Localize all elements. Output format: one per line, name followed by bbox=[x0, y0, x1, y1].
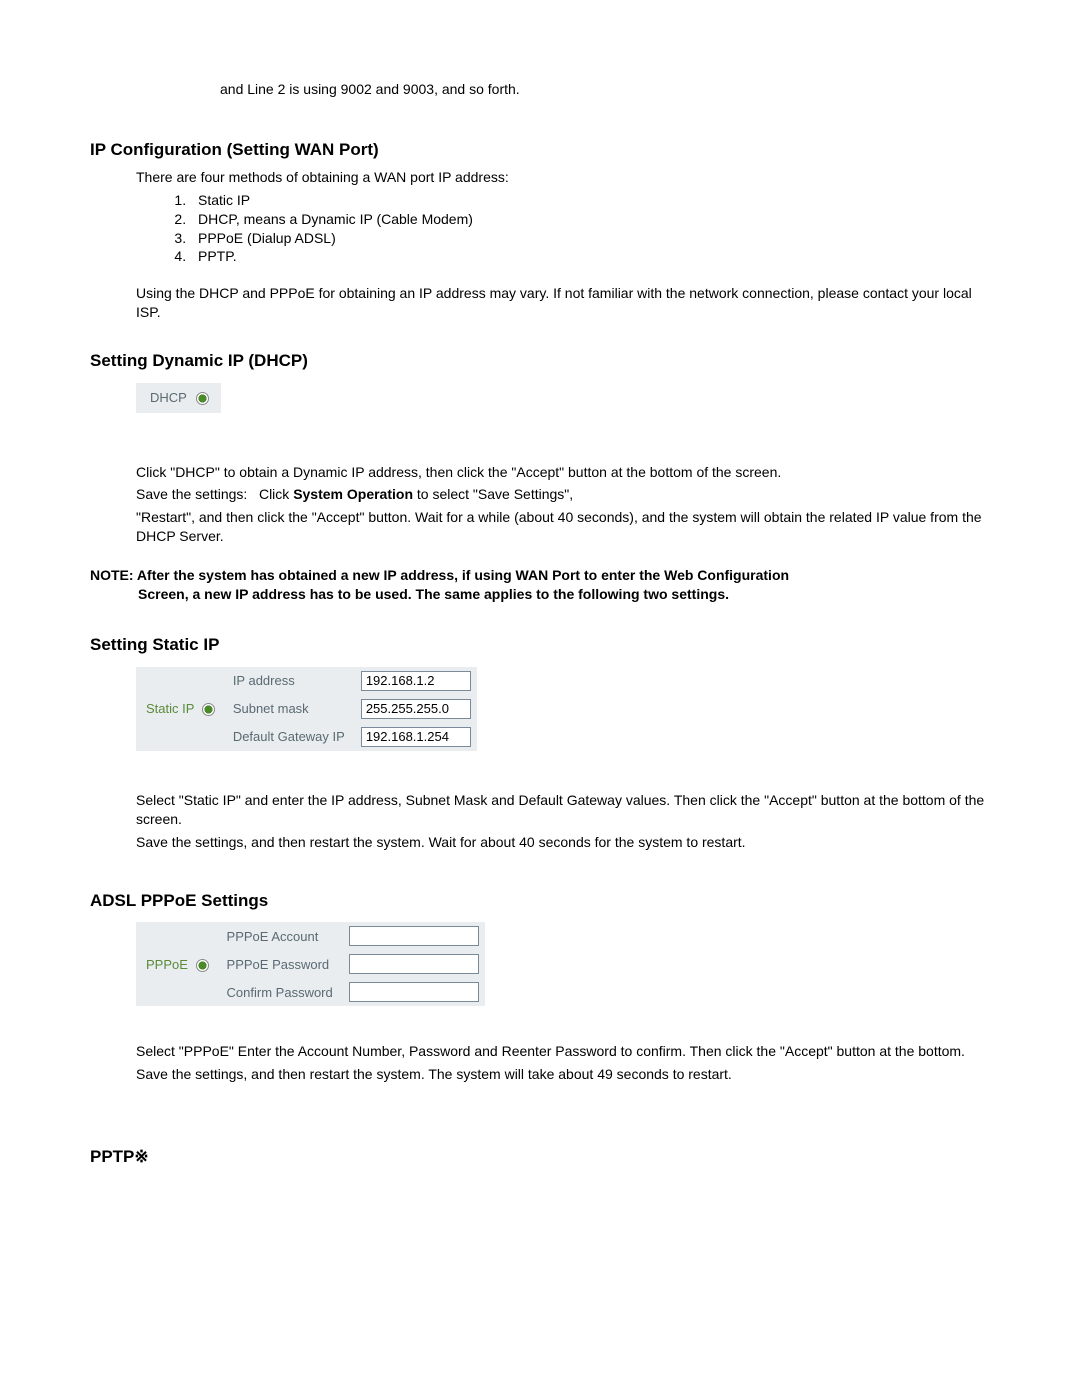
intro-text: and Line 2 is using 9002 and 9003, and s… bbox=[220, 80, 990, 99]
ip-address-label: IP address bbox=[221, 667, 355, 695]
staticip-heading: Setting Static IP bbox=[90, 634, 990, 657]
confirm-password-label: Confirm Password bbox=[215, 978, 343, 1006]
pptp-heading: PPTP※ bbox=[90, 1146, 990, 1169]
text: Save the settings: Click bbox=[136, 486, 293, 502]
dhcp-p1b: Save the settings: Click System Operatio… bbox=[136, 485, 990, 504]
dhcp-note: NOTE: After the system has obtained a ne… bbox=[90, 566, 990, 604]
ipconfig-para: Using the DHCP and PPPoE for obtaining a… bbox=[136, 284, 990, 322]
staticip-p1: Select "Static IP" and enter the IP addr… bbox=[136, 791, 990, 829]
pppoe-password-input[interactable] bbox=[349, 954, 479, 974]
radio-selected-icon[interactable] bbox=[196, 392, 209, 405]
list-item: PPPoE (Dialup ADSL) bbox=[190, 229, 990, 248]
default-gateway-label: Default Gateway IP bbox=[221, 723, 355, 751]
default-gateway-input[interactable] bbox=[361, 727, 471, 747]
pppoe-heading: ADSL PPPoE Settings bbox=[90, 890, 990, 913]
pppoe-radio-cell: PPPoE bbox=[136, 922, 215, 1006]
note-line1: NOTE: After the system has obtained a ne… bbox=[90, 567, 789, 583]
staticip-p2: Save the settings, and then restart the … bbox=[136, 833, 990, 852]
pppoe-radio-label: PPPoE bbox=[146, 957, 188, 972]
dhcp-label: DHCP bbox=[150, 390, 187, 405]
system-operation-bold: System Operation bbox=[293, 486, 413, 502]
pppoe-p1: Select "PPPoE" Enter the Account Number,… bbox=[136, 1042, 990, 1061]
staticip-table: Static IP IP address Subnet mask Default… bbox=[136, 667, 477, 751]
ipconfig-heading: IP Configuration (Setting WAN Port) bbox=[90, 139, 990, 162]
ipconfig-lead: There are four methods of obtaining a WA… bbox=[136, 168, 990, 187]
list-item: PPTP. bbox=[190, 247, 990, 266]
pppoe-table: PPPoE PPPoE Account PPPoE Password Confi… bbox=[136, 922, 485, 1006]
subnet-mask-label: Subnet mask bbox=[221, 695, 355, 723]
pppoe-account-label: PPPoE Account bbox=[215, 922, 343, 950]
staticip-radio-cell: Static IP bbox=[136, 667, 221, 751]
dhcp-p1c: "Restart", and then click the "Accept" b… bbox=[136, 508, 990, 546]
pppoe-password-label: PPPoE Password bbox=[215, 950, 343, 978]
radio-selected-icon[interactable] bbox=[196, 959, 209, 972]
staticip-radio-label: Static IP bbox=[146, 701, 194, 716]
pppoe-account-input[interactable] bbox=[349, 926, 479, 946]
dhcp-heading: Setting Dynamic IP (DHCP) bbox=[90, 350, 990, 373]
dhcp-radio-box: DHCP bbox=[136, 383, 221, 413]
ip-address-input[interactable] bbox=[361, 671, 471, 691]
pppoe-p2: Save the settings, and then restart the … bbox=[136, 1065, 990, 1084]
note-line2: Screen, a new IP address has to be used.… bbox=[138, 585, 990, 604]
list-item: DHCP, means a Dynamic IP (Cable Modem) bbox=[190, 210, 990, 229]
confirm-password-input[interactable] bbox=[349, 982, 479, 1002]
text: to select "Save Settings", bbox=[413, 486, 573, 502]
dhcp-p1a: Click "DHCP" to obtain a Dynamic IP addr… bbox=[136, 463, 990, 482]
radio-selected-icon[interactable] bbox=[202, 703, 215, 716]
list-item: Static IP bbox=[190, 191, 990, 210]
subnet-mask-input[interactable] bbox=[361, 699, 471, 719]
ipconfig-list: Static IP DHCP, means a Dynamic IP (Cabl… bbox=[190, 191, 990, 267]
